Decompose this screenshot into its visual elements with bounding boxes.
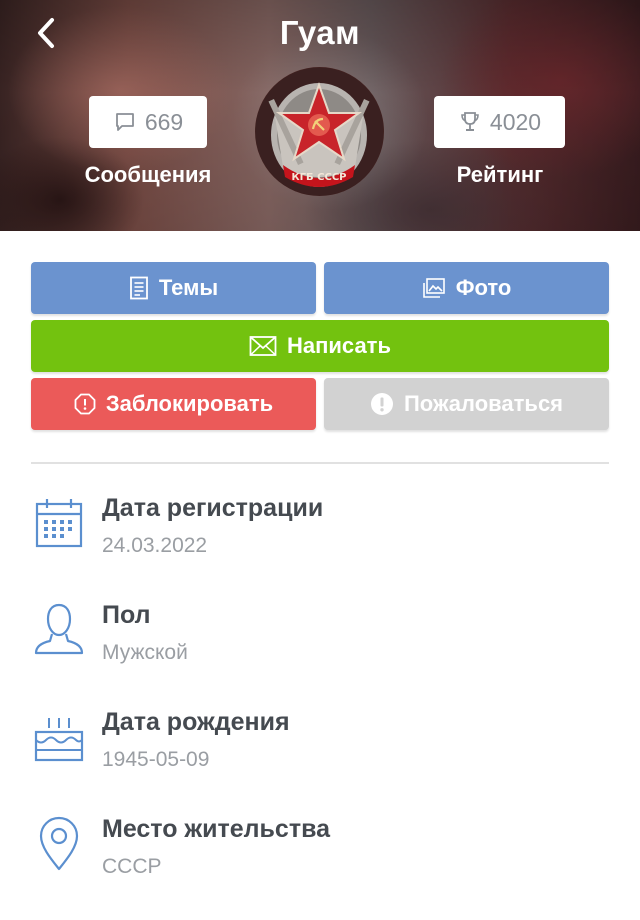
report-button[interactable]: Пожаловаться [324, 378, 609, 430]
document-icon [129, 276, 148, 300]
rating-count: 4020 [489, 108, 542, 135]
gender-value: Мужской [102, 641, 188, 664]
block-octagon-icon [74, 393, 96, 415]
messages-label: Сообщения [84, 162, 212, 187]
birth-date-value: 1945-05-09 [102, 748, 210, 771]
page-title: Гуам [279, 14, 361, 51]
registration-date-label: Дата регистрации [102, 494, 324, 522]
profile-header: Гуам 669 Сообщения КГБ СССР 4020 Рейтинг [0, 0, 640, 231]
topics-label: Темы [158, 275, 219, 300]
write-message-button[interactable]: Написать [31, 320, 609, 372]
block-button[interactable]: Заблокировать [31, 378, 316, 430]
calendar-icon [35, 499, 83, 548]
birth-date-label: Дата рождения [102, 708, 290, 736]
message-icon [115, 113, 134, 131]
topics-button[interactable]: Темы [31, 262, 316, 314]
envelope-icon [249, 336, 277, 356]
avatar-caption: КГБ СССР [292, 172, 347, 183]
info-gender: Пол Мужской [0, 601, 640, 691]
registration-date-value: 24.03.2022 [102, 534, 208, 557]
divider [31, 462, 609, 464]
messages-count: 669 [144, 108, 184, 135]
exclamation-circle-icon [370, 393, 393, 415]
residence-value: СССР [102, 855, 162, 878]
write-label: Написать [287, 333, 391, 358]
cake-icon [34, 718, 84, 762]
rating-stat[interactable]: 4020 [434, 96, 565, 148]
photo-button[interactable]: Фото [324, 262, 609, 314]
info-residence: Место жительства СССР [0, 815, 640, 905]
messages-stat[interactable]: 669 [89, 96, 207, 148]
photo-label: Фото [455, 275, 512, 300]
rating-label: Рейтинг [456, 162, 544, 187]
block-label: Заблокировать [105, 391, 274, 416]
trophy-icon [461, 112, 479, 131]
info-birth-date: Дата рождения 1945-05-09 [0, 708, 640, 798]
location-pin-icon [39, 816, 79, 871]
residence-label: Место жительства [102, 815, 331, 843]
kgb-badge-image: КГБ СССР [255, 67, 384, 196]
info-registration-date: Дата регистрации 24.03.2022 [0, 494, 640, 584]
gender-label: Пол [102, 601, 151, 629]
report-label: Пожаловаться [403, 391, 564, 416]
avatar[interactable]: КГБ СССР [255, 67, 384, 196]
user-icon [34, 603, 84, 655]
photo-icon [422, 278, 445, 298]
